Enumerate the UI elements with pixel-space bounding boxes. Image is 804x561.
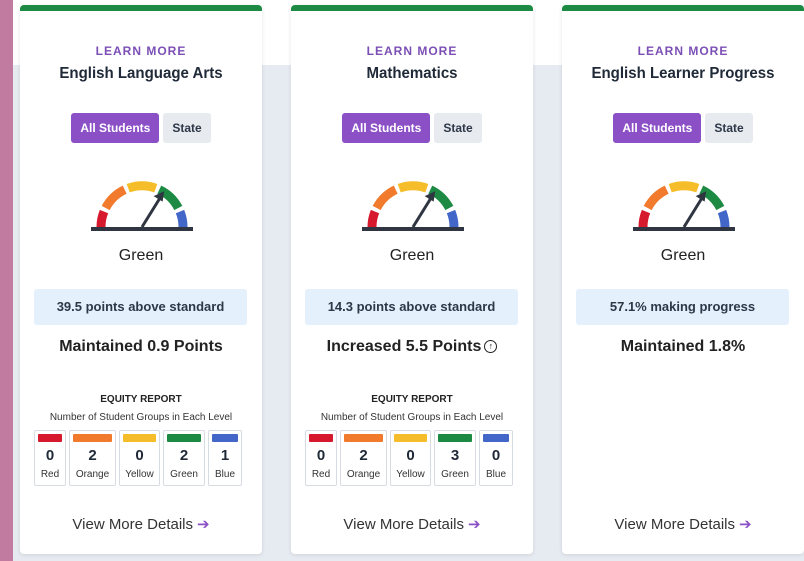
change-text: Maintained 1.8% xyxy=(620,338,746,355)
equity-count: 3 xyxy=(450,447,460,464)
arrow-right-icon[interactable]: ➔ xyxy=(197,515,210,533)
color-bar xyxy=(438,434,472,442)
learn-more-link[interactable]: LEARN MORE xyxy=(20,44,262,58)
equity-label: Green xyxy=(441,469,469,480)
details-label[interactable]: View More Details xyxy=(343,516,464,533)
equity-count: 2 xyxy=(88,447,97,464)
equity-report-row: 0 Red 2 Orange 0 Yellow 3 Green 0 Blue xyxy=(305,430,513,486)
card-title: English Language Arts xyxy=(59,65,223,82)
equity-green: 3 Green xyxy=(434,430,476,486)
equity-count: 1 xyxy=(220,447,230,464)
color-bar xyxy=(394,434,427,442)
equity-blue: 1 Blue xyxy=(208,430,242,486)
color-bar xyxy=(344,434,383,442)
equity-orange: 2 Orange xyxy=(340,430,387,486)
color-bar xyxy=(38,434,62,442)
card-title: English Learner Progress xyxy=(591,65,775,82)
equity-count: 0 xyxy=(406,447,415,464)
equity-yellow: 0 Yellow xyxy=(390,430,431,486)
change-text: Increased 5.5 Points xyxy=(326,338,482,355)
details-label[interactable]: View More Details xyxy=(614,516,735,533)
view-more-details-link[interactable]: View More Details ➔ xyxy=(20,515,262,533)
state-button[interactable]: State xyxy=(705,113,753,143)
all-students-button[interactable]: All Students xyxy=(71,113,160,143)
performance-level: Green xyxy=(118,247,164,264)
details-label[interactable]: View More Details xyxy=(72,516,193,533)
change-row: Increased 5.5 Points ↑ xyxy=(291,338,533,356)
equity-label: Orange xyxy=(346,469,381,480)
color-bar xyxy=(309,434,333,442)
equity-label: Blue xyxy=(214,469,235,480)
equity-green: 2 Green xyxy=(163,430,205,486)
student-group-toggle: All Students State xyxy=(291,113,533,143)
performance-gauge-icon xyxy=(633,181,735,231)
arrow-up-circle-icon: ↑ xyxy=(484,340,498,353)
equity-red: 0 Red xyxy=(305,430,337,486)
all-students-button[interactable]: All Students xyxy=(342,113,431,143)
color-bar xyxy=(212,434,238,442)
equity-label: Red xyxy=(40,469,60,480)
view-more-details-link[interactable]: View More Details ➔ xyxy=(562,515,804,533)
equity-label: Orange xyxy=(75,469,110,480)
state-button[interactable]: State xyxy=(163,113,211,143)
color-bar xyxy=(73,434,112,442)
equity-yellow: 0 Yellow xyxy=(119,430,160,486)
equity-count: 0 xyxy=(135,447,144,464)
equity-label: Yellow xyxy=(125,469,154,480)
view-more-details-link[interactable]: View More Details ➔ xyxy=(291,515,533,533)
equity-count: 2 xyxy=(179,447,189,464)
equity-label: Red xyxy=(311,469,331,480)
learn-more-link[interactable]: LEARN MORE xyxy=(291,44,533,58)
equity-label: Blue xyxy=(485,469,506,480)
side-strip xyxy=(0,0,13,561)
equity-red: 0 Red xyxy=(34,430,66,486)
student-group-toggle: All Students State xyxy=(562,113,804,143)
all-students-button[interactable]: All Students xyxy=(613,113,702,143)
arrow-right-icon[interactable]: ➔ xyxy=(739,515,752,533)
status-box: 39.5 points above standard xyxy=(34,289,247,325)
equity-report-subtitle: Number of Student Groups in Each Level xyxy=(49,412,233,423)
equity-orange: 2 Orange xyxy=(69,430,116,486)
status-box: 14.3 points above standard xyxy=(305,289,518,325)
learn-more-link[interactable]: LEARN MORE xyxy=(562,44,804,58)
card-english-language-arts: LEARN MORE English Language Arts All Stu… xyxy=(20,5,262,554)
equity-report-row: 0 Red 2 Orange 0 Yellow 2 Green 1 Blue xyxy=(34,430,242,486)
status-box: 57.1% making progress xyxy=(576,289,789,325)
arrow-right-icon[interactable]: ➔ xyxy=(468,515,481,533)
equity-label: Green xyxy=(170,469,198,480)
performance-level: Green xyxy=(389,247,435,264)
equity-count: 0 xyxy=(45,447,55,464)
equity-label: Yellow xyxy=(396,469,425,480)
card-english-learner-progress: LEARN MORE English Learner Progress All … xyxy=(562,5,804,554)
card-title: Mathematics xyxy=(366,65,458,82)
performance-gauge-icon xyxy=(91,181,193,231)
equity-blue: 0 Blue xyxy=(479,430,513,486)
color-bar xyxy=(167,434,201,442)
equity-count: 0 xyxy=(316,447,326,464)
equity-report-title: EQUITY REPORT xyxy=(371,394,453,405)
state-button[interactable]: State xyxy=(434,113,482,143)
performance-level: Green xyxy=(660,247,706,264)
equity-count: 2 xyxy=(359,447,368,464)
performance-gauge-icon xyxy=(362,181,464,231)
change-text: Maintained 0.9 Points xyxy=(59,338,223,355)
card-mathematics: LEARN MORE Mathematics All Students Stat… xyxy=(291,5,533,554)
color-bar xyxy=(123,434,156,442)
color-bar xyxy=(483,434,509,442)
student-group-toggle: All Students State xyxy=(20,113,262,143)
equity-report-title: EQUITY REPORT xyxy=(100,394,182,405)
equity-report-subtitle: Number of Student Groups in Each Level xyxy=(320,412,504,423)
equity-count: 0 xyxy=(491,447,501,464)
